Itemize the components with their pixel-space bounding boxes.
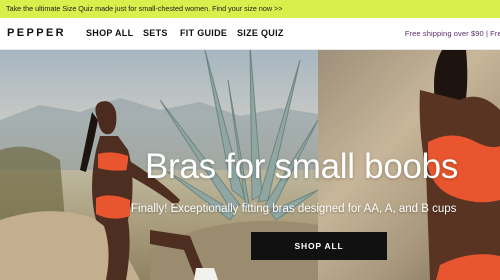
brand-logo[interactable]: PEPPER xyxy=(7,27,66,39)
nav-fit-guide[interactable]: FIT GUIDE xyxy=(180,28,227,38)
hero-headline: Bras for small boobs xyxy=(145,147,459,186)
nav-shop-all[interactable]: SHOP ALL xyxy=(86,28,133,38)
hero-subheadline: Finally! Exceptionally fitting bras desi… xyxy=(131,203,457,215)
shop-all-button[interactable]: SHOP ALL xyxy=(251,232,387,260)
announcement-bar[interactable]: Take the ultimate Size Quiz made just fo… xyxy=(0,0,500,18)
announcement-text[interactable]: Take the ultimate Size Quiz made just fo… xyxy=(6,4,282,13)
shipping-promo: Free shipping over $90 | Free xyxy=(404,29,500,38)
top-nav: PEPPER SHOP ALL SETS FIT GUIDE SIZE QUIZ… xyxy=(0,18,500,50)
hero-banner: Bras for small boobs Finally! Exceptiona… xyxy=(0,50,500,280)
nav-size-quiz[interactable]: SIZE QUIZ xyxy=(237,28,284,38)
nav-sets[interactable]: SETS xyxy=(143,28,168,38)
